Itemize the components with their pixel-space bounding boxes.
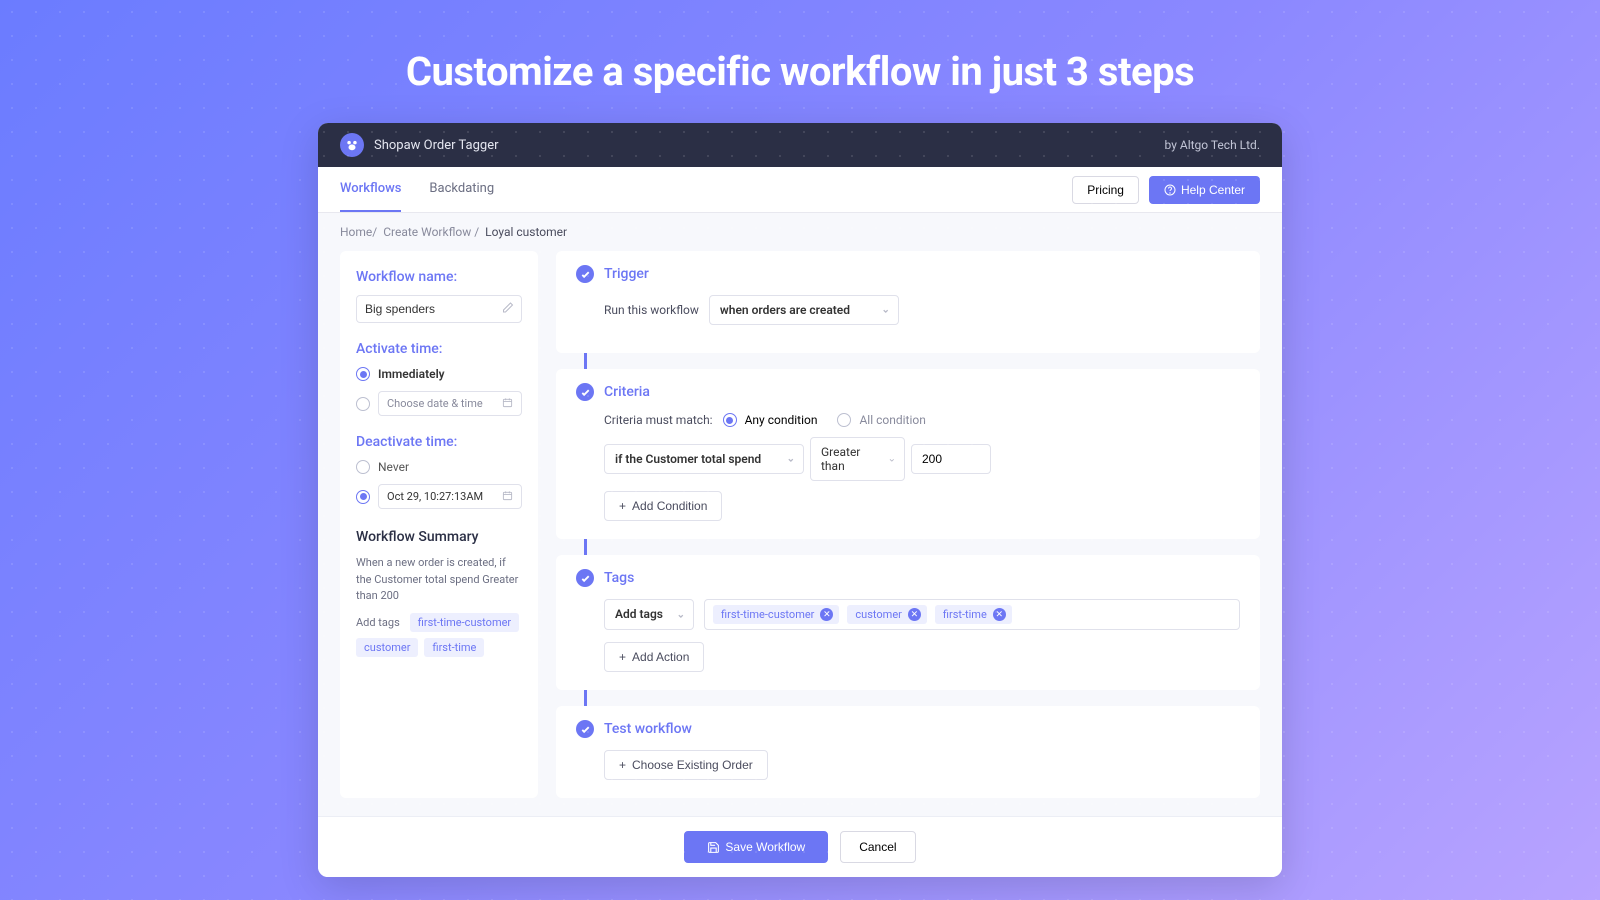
workflow-name-label: Workflow name: bbox=[356, 269, 522, 285]
breadcrumb-create[interactable]: Create Workflow bbox=[383, 225, 471, 239]
trigger-event-select[interactable]: when orders are created ⌄ bbox=[709, 295, 899, 325]
tab-workflows[interactable]: Workflows bbox=[340, 167, 401, 212]
remove-tag-icon[interactable]: ✕ bbox=[908, 608, 921, 621]
tag-chip: customer ✕ bbox=[847, 605, 926, 624]
save-icon bbox=[707, 841, 720, 854]
deactivate-time-label: Deactivate time: bbox=[356, 434, 522, 450]
plus-icon: + bbox=[619, 758, 626, 772]
activate-immediately-radio[interactable] bbox=[356, 367, 370, 381]
workflow-summary-label: Workflow Summary bbox=[356, 529, 522, 545]
save-workflow-button[interactable]: Save Workflow bbox=[684, 831, 828, 863]
help-center-button[interactable]: Help Center bbox=[1149, 176, 1260, 204]
step-connector bbox=[584, 353, 587, 369]
chevron-down-icon: ⌄ bbox=[888, 454, 896, 465]
activate-immediately-label: Immediately bbox=[378, 367, 445, 381]
step-criteria-title: Criteria bbox=[604, 384, 650, 400]
check-icon bbox=[576, 265, 594, 283]
step-connector bbox=[584, 690, 587, 706]
chevron-down-icon: ⌄ bbox=[787, 454, 795, 465]
cancel-button[interactable]: Cancel bbox=[840, 831, 915, 863]
choose-order-button[interactable]: + Choose Existing Order bbox=[604, 750, 768, 780]
main-steps: Trigger Run this workflow when orders ar… bbox=[556, 251, 1260, 798]
deactivate-date-input[interactable]: Oct 29, 10:27:13AM bbox=[378, 484, 522, 509]
trigger-run-label: Run this workflow bbox=[604, 303, 699, 317]
summary-tag: first-time-customer bbox=[410, 613, 519, 632]
check-icon bbox=[576, 383, 594, 401]
plus-icon: + bbox=[619, 650, 626, 664]
add-action-button[interactable]: + Add Action bbox=[604, 642, 704, 672]
workflow-summary-text: When a new order is created, if the Cust… bbox=[356, 555, 522, 605]
deactivate-scheduled-radio[interactable] bbox=[356, 490, 370, 504]
check-icon bbox=[576, 569, 594, 587]
breadcrumb-home[interactable]: Home bbox=[340, 225, 372, 239]
plus-icon: + bbox=[619, 499, 626, 513]
step-trigger-title: Trigger bbox=[604, 266, 649, 282]
add-condition-button[interactable]: + Add Condition bbox=[604, 491, 722, 521]
activate-time-label: Activate time: bbox=[356, 341, 522, 357]
workflow-name-input[interactable] bbox=[356, 295, 522, 323]
tags-action-select[interactable]: Add tags ⌄ bbox=[604, 599, 694, 630]
tabs-bar: Workflows Backdating Pricing Help Center bbox=[318, 167, 1282, 213]
criteria-value-input[interactable] bbox=[911, 444, 991, 474]
criteria-field-select[interactable]: if the Customer total spend ⌄ bbox=[604, 444, 804, 474]
tags-input[interactable]: first-time-customer ✕ customer ✕ first-t… bbox=[704, 599, 1240, 630]
summary-tag: first-time bbox=[424, 638, 484, 657]
edit-icon[interactable] bbox=[502, 302, 514, 317]
step-tags: Tags Add tags ⌄ first-time-customer ✕ bbox=[556, 555, 1260, 690]
vendor-label: by Altgo Tech Ltd. bbox=[1165, 138, 1260, 152]
summary-tag: customer bbox=[356, 638, 418, 657]
app-window: Shopaw Order Tagger by Altgo Tech Ltd. W… bbox=[318, 123, 1282, 877]
app-name: Shopaw Order Tagger bbox=[374, 138, 499, 153]
hero-title: Customize a specific workflow in just 3 … bbox=[0, 0, 1600, 95]
deactivate-never-radio[interactable] bbox=[356, 460, 370, 474]
content-area: Workflow name: Activate time: Immediatel… bbox=[318, 251, 1282, 816]
remove-tag-icon[interactable]: ✕ bbox=[820, 608, 833, 621]
calendar-icon bbox=[502, 490, 513, 504]
criteria-operator-select[interactable]: Greater than ⌄ bbox=[810, 437, 905, 481]
pricing-button[interactable]: Pricing bbox=[1072, 176, 1139, 204]
remove-tag-icon[interactable]: ✕ bbox=[993, 608, 1006, 621]
chevron-down-icon: ⌄ bbox=[882, 305, 890, 316]
deactivate-never-label: Never bbox=[378, 460, 409, 474]
summary-addtags-label: Add tags bbox=[356, 616, 400, 629]
tab-backdating[interactable]: Backdating bbox=[429, 167, 494, 212]
breadcrumb: Home/ Create Workflow / Loyal customer bbox=[318, 213, 1282, 251]
footer-bar: Save Workflow Cancel bbox=[318, 816, 1282, 877]
help-icon bbox=[1164, 184, 1176, 196]
criteria-match-label: Criteria must match: bbox=[604, 413, 713, 427]
step-test: Test workflow + Choose Existing Order bbox=[556, 706, 1260, 798]
calendar-icon bbox=[502, 397, 513, 411]
sidebar-panel: Workflow name: Activate time: Immediatel… bbox=[340, 251, 538, 798]
step-connector bbox=[584, 539, 587, 555]
check-icon bbox=[576, 720, 594, 738]
criteria-all-radio[interactable] bbox=[837, 413, 851, 427]
criteria-all-label: All condition bbox=[859, 413, 925, 427]
summary-tag-list: Add tags first-time-customer customer fi… bbox=[356, 613, 522, 657]
step-test-title: Test workflow bbox=[604, 721, 692, 737]
step-tags-title: Tags bbox=[604, 570, 634, 586]
criteria-any-radio[interactable] bbox=[723, 413, 737, 427]
activate-scheduled-radio[interactable] bbox=[356, 397, 370, 411]
step-criteria: Criteria Criteria must match: Any condit… bbox=[556, 369, 1260, 539]
criteria-any-label: Any condition bbox=[745, 413, 818, 427]
activate-date-input[interactable]: Choose date & time bbox=[378, 391, 522, 416]
app-header: Shopaw Order Tagger by Altgo Tech Ltd. bbox=[318, 123, 1282, 167]
app-logo-icon bbox=[340, 133, 364, 157]
breadcrumb-current: Loyal customer bbox=[485, 225, 567, 239]
tag-chip: first-time-customer ✕ bbox=[713, 605, 839, 624]
chevron-down-icon: ⌄ bbox=[677, 609, 685, 620]
tag-chip: first-time ✕ bbox=[935, 605, 1012, 624]
step-trigger: Trigger Run this workflow when orders ar… bbox=[556, 251, 1260, 353]
